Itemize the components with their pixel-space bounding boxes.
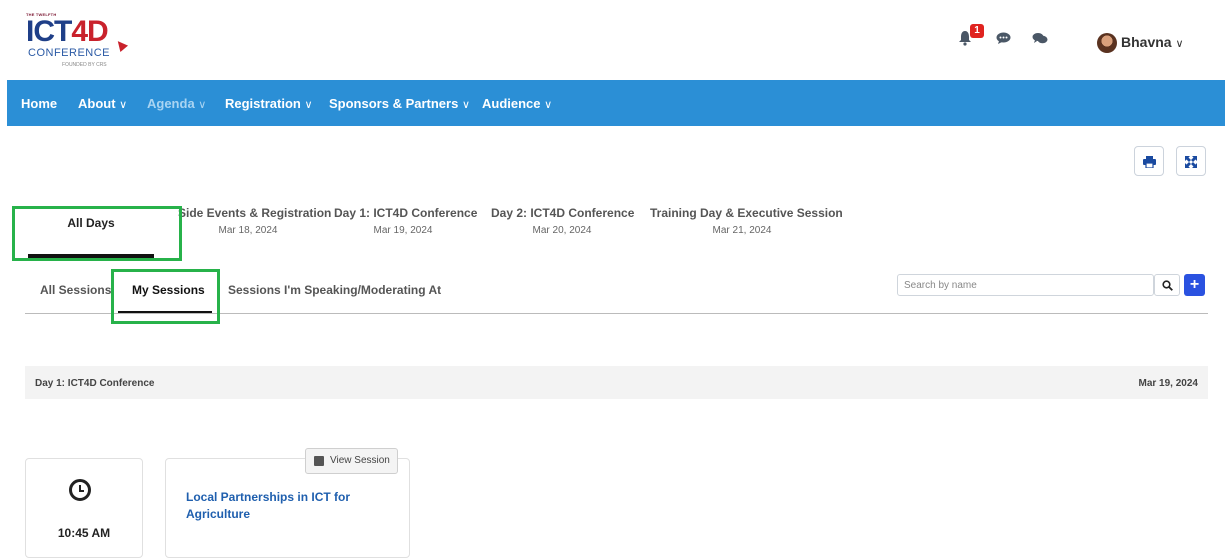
chevron-down-icon: ∨ — [544, 99, 553, 111]
day-tab-title: Day 2: ICT4D Conference — [491, 206, 635, 220]
session-title[interactable]: Local Partnerships in ICT for Agricultur… — [186, 489, 386, 523]
user-menu[interactable]: Bhavna ∨ — [1121, 34, 1184, 50]
search-box — [897, 274, 1154, 296]
expand-button[interactable] — [1176, 146, 1206, 176]
nav-item-agenda[interactable]: Agenda ∨ — [147, 96, 206, 111]
day-section-title: Day 1: ICT4D Conference — [35, 378, 155, 389]
cursor-icon — [113, 37, 129, 53]
tab-all-sessions[interactable]: All Sessions — [40, 283, 111, 297]
expand-icon — [1185, 153, 1197, 168]
comment-icon[interactable] — [996, 32, 1011, 49]
day-tab-title: Training Day & Executive Session — [650, 206, 843, 220]
day-section-date: Mar 19, 2024 — [1138, 378, 1199, 389]
session-time: 10:45 AM — [57, 526, 111, 540]
notification-badge: 1 — [970, 24, 984, 38]
day-tab-day-2[interactable]: Day 2: ICT4D Conference Mar 20, 2024 — [491, 206, 635, 236]
edit-icon — [314, 456, 324, 466]
search-icon — [1161, 278, 1173, 292]
nav-item-sponsors-partners[interactable]: Sponsors & Partners ∨ — [329, 96, 470, 111]
add-session-button[interactable]: + — [1184, 274, 1205, 296]
search-input[interactable] — [904, 276, 1144, 295]
highlight-box-all-days — [12, 206, 182, 261]
search-button[interactable] — [1154, 274, 1180, 296]
nav-item-audience[interactable]: Audience ∨ — [482, 96, 552, 111]
day-tab-date: Mar 20, 2024 — [532, 225, 592, 236]
day-tab-title: Day 1: ICT4D Conference — [334, 206, 478, 220]
main-nav: Home About ∨ Agenda ∨ Registration ∨ Spo… — [7, 80, 1225, 126]
user-name: Bhavna — [1121, 34, 1172, 50]
nav-item-about[interactable]: About ∨ — [78, 96, 127, 111]
clock-icon — [69, 479, 91, 501]
day-tab-day-1[interactable]: Day 1: ICT4D Conference Mar 19, 2024 — [334, 206, 478, 236]
print-icon — [1142, 153, 1156, 169]
chevron-down-icon: ∨ — [198, 99, 207, 111]
day-tab-side-events[interactable]: Side Events & Registration Mar 18, 2024 — [178, 206, 332, 236]
chevron-down-icon: ∨ — [119, 99, 128, 111]
view-session-button[interactable]: View Session — [305, 448, 398, 474]
day-section-header: Day 1: ICT4D Conference Mar 19, 2024 — [25, 366, 1208, 399]
chevron-down-icon: ∨ — [304, 99, 313, 111]
session-time-card: 10:45 AM — [25, 458, 143, 558]
chevron-down-icon: ∨ — [1175, 38, 1184, 50]
comments-icon[interactable] — [1032, 32, 1048, 49]
avatar[interactable] — [1097, 33, 1117, 53]
day-tab-date: Mar 18, 2024 — [218, 225, 278, 236]
day-tab-date: Mar 19, 2024 — [373, 225, 433, 236]
logo-main-text: ICT4D — [26, 15, 109, 48]
day-tab-training-day[interactable]: Training Day & Executive Session Mar 21,… — [650, 206, 843, 236]
day-tab-title: Side Events & Registration — [178, 206, 332, 220]
day-tab-date: Mar 21, 2024 — [712, 225, 772, 236]
logo-sub-text: CONFERENCE — [28, 47, 111, 59]
logo-founded-text: FOUNDED BY CRS — [62, 62, 107, 68]
nav-item-registration[interactable]: Registration ∨ — [225, 96, 313, 111]
highlight-box-my-sessions — [111, 269, 220, 324]
chevron-down-icon: ∨ — [461, 99, 471, 111]
nav-item-home[interactable]: Home — [21, 96, 57, 111]
conference-logo[interactable]: THE TWELFTH ICT4D CONFERENCE FOUNDED BY … — [26, 12, 136, 76]
header-bar: THE TWELFTH ICT4D CONFERENCE FOUNDED BY … — [0, 0, 1225, 80]
tab-speaking-moderating[interactable]: Sessions I'm Speaking/Moderating At — [228, 283, 441, 297]
print-button[interactable] — [1134, 146, 1164, 176]
view-session-label: View Session — [330, 455, 390, 466]
